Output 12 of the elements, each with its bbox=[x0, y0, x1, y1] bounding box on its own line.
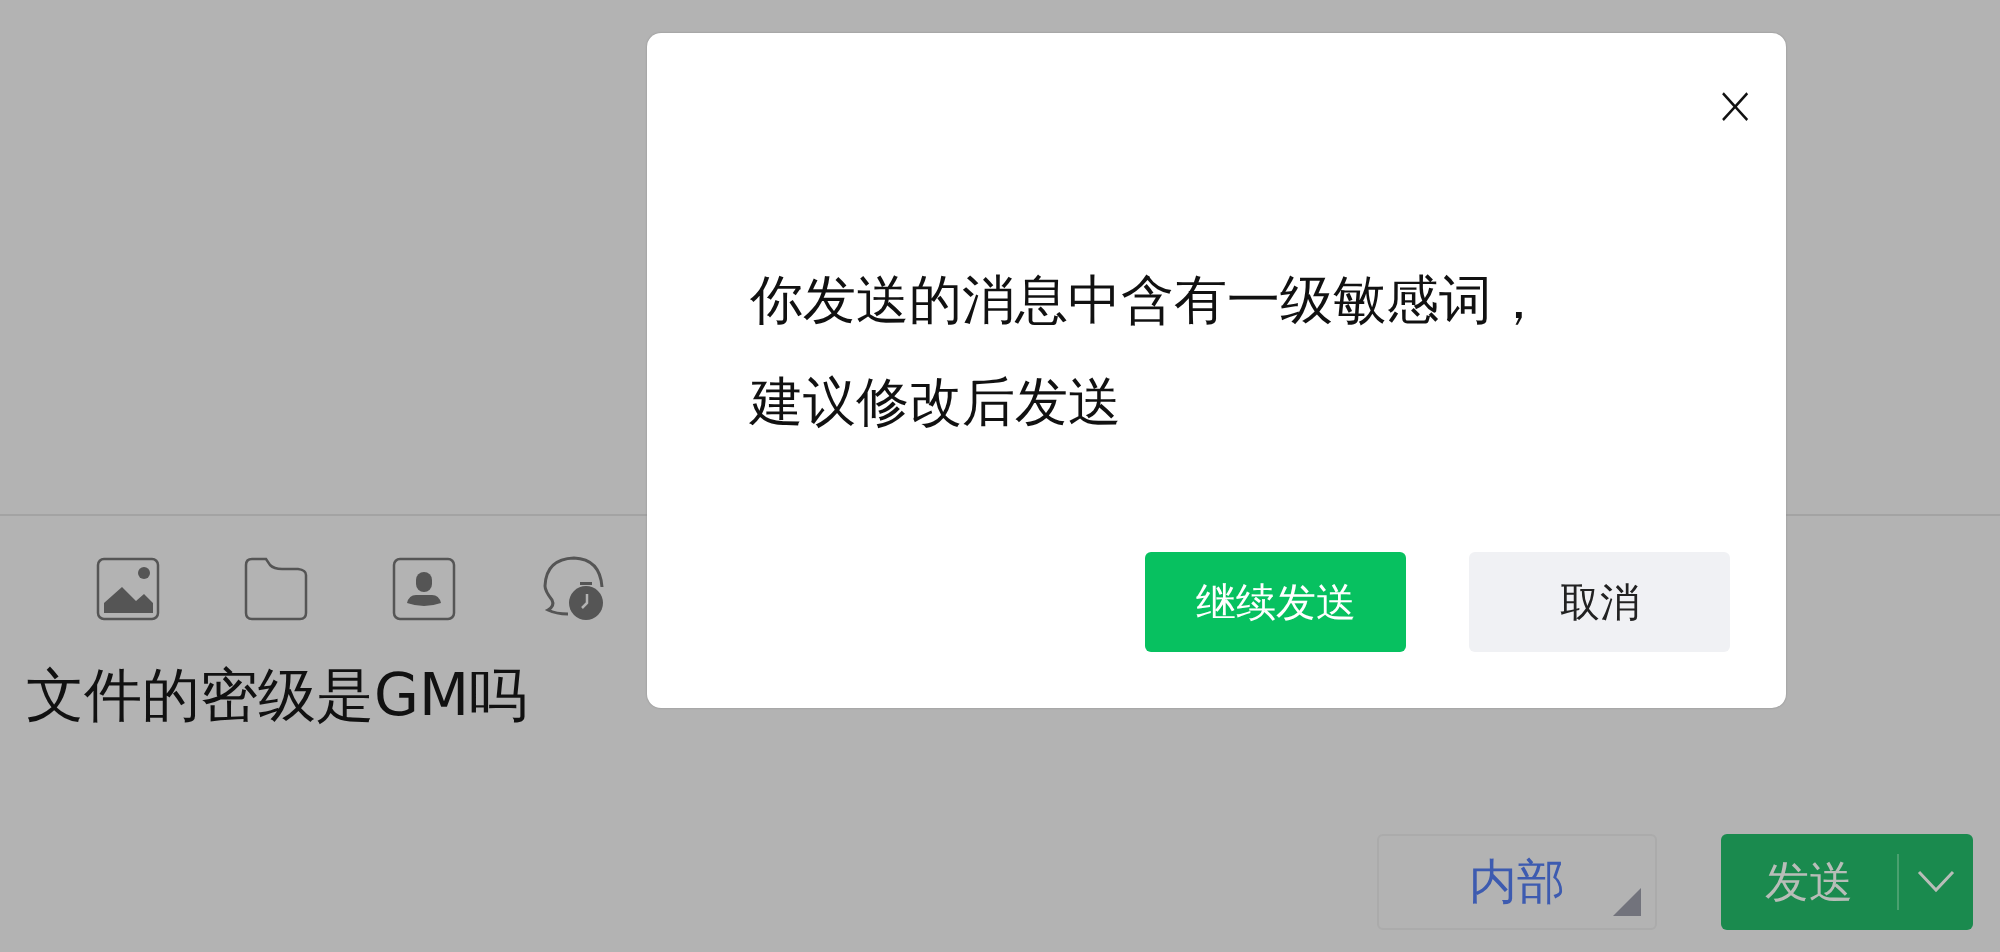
folder-icon[interactable] bbox=[244, 557, 308, 621]
dialog-message: 建议修改后发送 bbox=[750, 370, 1121, 434]
continue-send-button[interactable]: 继续发送 bbox=[1145, 552, 1406, 652]
cancel-button[interactable]: 取消 bbox=[1469, 552, 1730, 652]
corner-triangle-icon bbox=[1613, 888, 1641, 916]
close-button[interactable]: × bbox=[1714, 85, 1750, 125]
image-icon[interactable] bbox=[96, 557, 160, 621]
contact-card-icon[interactable] bbox=[392, 557, 456, 621]
security-level-dropdown[interactable]: 内部 bbox=[1377, 834, 1657, 930]
send-button[interactable]: 发送 bbox=[1721, 834, 1973, 930]
chevron-down-icon[interactable] bbox=[1917, 870, 1955, 894]
dialog-message: 你发送的消息中含有一级敏感词， bbox=[750, 268, 1545, 332]
